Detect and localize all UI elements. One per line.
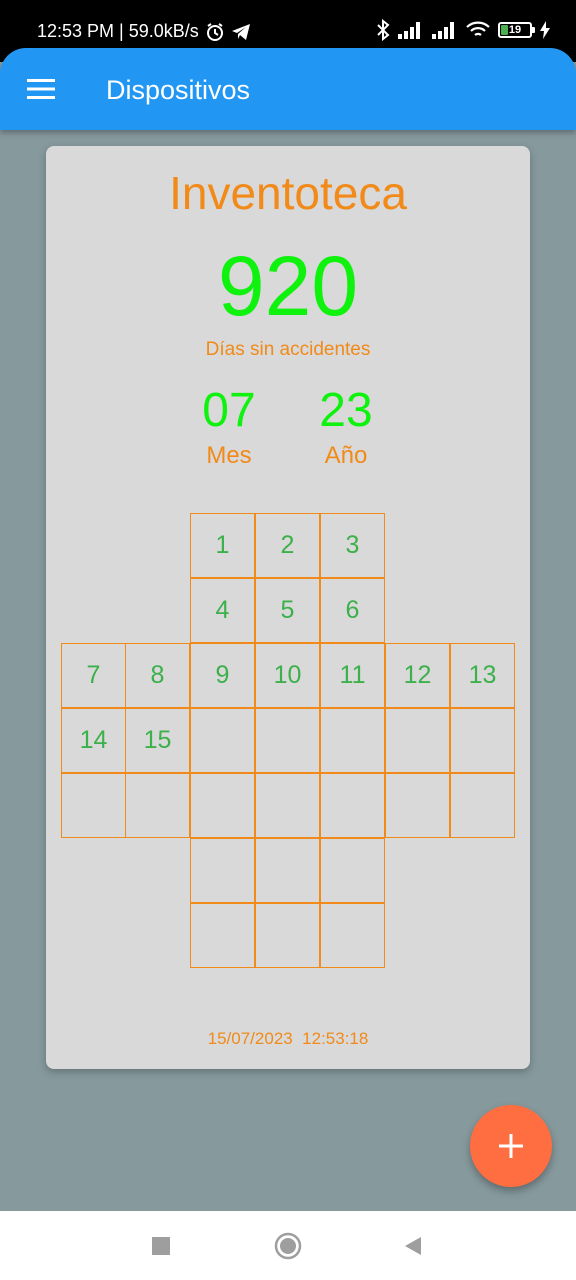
grid-cell (255, 903, 320, 968)
days-label: Días sin accidentes (205, 339, 371, 360)
telegram-icon (231, 23, 251, 41)
grid-cell (450, 773, 515, 838)
page-title: Dispositivos (106, 75, 251, 105)
grid-cell: 12 (385, 643, 450, 708)
back-button[interactable] (396, 1229, 430, 1263)
grid-cell (61, 773, 126, 838)
home-circle-icon (274, 1232, 302, 1260)
grid-cell (125, 773, 190, 838)
grid-cell (255, 773, 320, 838)
grid-cell (320, 773, 385, 838)
signal-icon (398, 21, 424, 39)
bluetooth-icon (376, 19, 390, 41)
year-box: 23 Año (306, 386, 386, 470)
battery-level: 19 (508, 23, 522, 36)
brand-title: Inventoteca (169, 167, 407, 219)
signal-icon (432, 21, 458, 39)
app-bar: Dispositivos (0, 48, 576, 130)
charging-icon (540, 21, 550, 39)
grid-cell: 3 (320, 513, 385, 578)
grid-cell (320, 838, 385, 903)
wifi-icon (466, 21, 490, 39)
counter-card: Inventoteca 920 Días sin accidentes 07 M… (46, 146, 530, 1069)
year-value: 23 (319, 384, 373, 437)
grid-cell: 6 (320, 578, 385, 643)
grid-cell (385, 773, 450, 838)
recents-button[interactable] (144, 1229, 178, 1263)
add-button[interactable] (470, 1105, 552, 1187)
grid-cell (255, 708, 320, 773)
grid-cell: 11 (320, 643, 385, 708)
grid-cell (190, 903, 255, 968)
battery-tip (532, 27, 535, 33)
home-button[interactable] (271, 1229, 305, 1263)
status-left: 12:53 PM | 59.0kB/s (37, 21, 251, 42)
menu-button[interactable] (20, 68, 62, 110)
back-triangle-icon (405, 1237, 421, 1255)
grid-cell: 10 (255, 643, 320, 708)
grid-cell: 5 (255, 578, 320, 643)
grid-cell (190, 708, 255, 773)
alarm-icon (205, 22, 225, 42)
grid-cell: 15 (125, 708, 190, 773)
month-label: Mes (206, 442, 252, 469)
grid-cell: 4 (190, 578, 255, 643)
grid-cell: 8 (125, 643, 190, 708)
recents-square-icon (152, 1237, 170, 1255)
plus-icon (499, 1134, 523, 1158)
grid-cell (320, 903, 385, 968)
menu-icon (27, 79, 55, 99)
grid-cell (450, 708, 515, 773)
battery-fill (501, 25, 508, 35)
month-value: 07 (202, 384, 256, 437)
grid-cell (190, 773, 255, 838)
system-nav-bar (0, 1211, 576, 1280)
timestamp: 15/07/2023 12:53:18 (207, 1029, 369, 1048)
battery-icon: 19 (498, 22, 535, 38)
status-time-speed: 12:53 PM | 59.0kB/s (37, 21, 199, 41)
grid-cell (190, 838, 255, 903)
grid-cell: 2 (255, 513, 320, 578)
grid-cell: 13 (450, 643, 515, 708)
grid-cell (385, 708, 450, 773)
days-counter: 920 (217, 239, 359, 333)
status-right: 19 (376, 19, 550, 41)
grid-cell: 7 (61, 643, 126, 708)
grid-cell (255, 838, 320, 903)
month-box: 07 Mes (189, 386, 269, 470)
grid-cell: 9 (190, 643, 255, 708)
grid-cell (320, 708, 385, 773)
grid-cell: 1 (190, 513, 255, 578)
grid-cell: 14 (61, 708, 126, 773)
year-label: Año (324, 442, 368, 469)
